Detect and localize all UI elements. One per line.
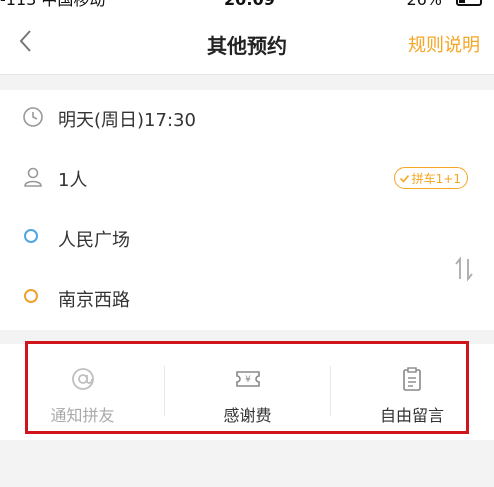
origin-row[interactable]: 人民广场 bbox=[0, 210, 494, 270]
destination-row[interactable]: 南京西路 bbox=[0, 270, 494, 330]
carpool-badge-label: 拼车1+1 bbox=[411, 171, 461, 186]
free-message-button[interactable]: 自由留言 bbox=[330, 344, 494, 440]
origin-dot-icon bbox=[24, 229, 38, 243]
thanks-fee-label: 感谢费 bbox=[223, 406, 272, 425]
swap-icon[interactable] bbox=[452, 255, 476, 283]
check-icon bbox=[399, 174, 409, 183]
destination-dot-icon bbox=[24, 289, 38, 303]
battery-icon bbox=[456, 0, 482, 6]
status-bar: -113 中国移动 20:09 26% bbox=[0, 0, 494, 10]
action-bar: 通知拼友 ¥ 感谢费 自由留言 bbox=[0, 344, 494, 440]
person-icon bbox=[24, 167, 42, 187]
clipboard-icon bbox=[403, 367, 421, 391]
battery-percent: 26% bbox=[406, 0, 442, 10]
rules-link[interactable]: 规则说明 bbox=[408, 31, 480, 57]
trip-details-card: 明天(周日)17:30 1人 拼车1+1 人民广场 南京西路 bbox=[0, 90, 494, 330]
carrier-signal: -113 中国移动 bbox=[0, 0, 105, 10]
thanks-fee-button[interactable]: ¥ 感谢费 bbox=[165, 344, 330, 440]
notify-carpoolers-button[interactable]: 通知拼友 bbox=[0, 344, 165, 440]
svg-text:¥: ¥ bbox=[245, 375, 251, 385]
battery-level bbox=[459, 0, 465, 3]
yen-ticket-icon: ¥ bbox=[235, 371, 260, 387]
departure-time: 明天(周日)17:30 bbox=[58, 110, 196, 131]
passenger-count: 1人 bbox=[58, 170, 88, 191]
departure-time-row[interactable]: 明天(周日)17:30 bbox=[0, 90, 494, 150]
destination-name: 南京西路 bbox=[58, 290, 130, 311]
carpool-badge: 拼车1+1 bbox=[393, 167, 468, 189]
at-icon bbox=[71, 368, 94, 390]
origin-name: 人民广场 bbox=[58, 230, 130, 251]
nav-bar: 其他预约 规则说明 bbox=[0, 10, 494, 74]
clock-icon bbox=[23, 107, 43, 127]
free-message-label: 自由留言 bbox=[379, 406, 444, 425]
notify-carpoolers-label: 通知拼友 bbox=[50, 406, 115, 425]
passenger-row[interactable]: 1人 拼车1+1 bbox=[0, 150, 494, 210]
status-time: 20:09 bbox=[224, 0, 275, 10]
nav-divider bbox=[0, 74, 494, 75]
